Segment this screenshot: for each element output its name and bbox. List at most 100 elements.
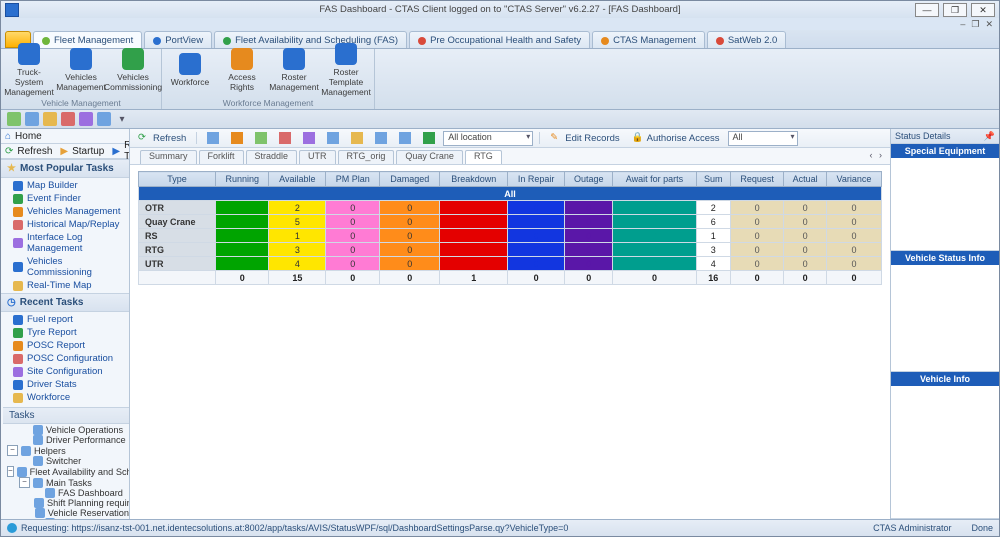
nav-item[interactable]: Driver Stats (1, 378, 129, 391)
grid-column-header[interactable]: Request (731, 172, 784, 187)
grid-column-header[interactable]: Sum (696, 172, 730, 187)
nav-item[interactable]: Map Builder (1, 179, 129, 192)
nav-item[interactable]: Interface Log Management (1, 231, 129, 255)
grid-column-header[interactable]: Available (269, 172, 326, 187)
nav-item[interactable]: Fuel report (1, 313, 129, 326)
qat-button[interactable] (97, 112, 111, 126)
grid-tab[interactable]: RTG_orig (338, 150, 395, 164)
minimize-button[interactable]: — (915, 3, 939, 17)
table-row[interactable]: Quay Crane050010006000 (139, 215, 882, 229)
nav-item[interactable]: Tyre Report (1, 326, 129, 339)
nav-home-link[interactable]: Home (15, 131, 42, 142)
tree-node[interactable]: Vehicle Reservation (3, 508, 129, 518)
grid-column-header[interactable]: Variance (826, 172, 881, 187)
refresh-button[interactable]: ⟳ Refresh (134, 131, 190, 145)
grid-tab[interactable]: RTG (465, 150, 502, 164)
toolbar-button[interactable] (251, 131, 271, 145)
close-button[interactable]: ✕ (971, 3, 995, 17)
nav-item[interactable]: Historical Map/Replay (1, 218, 129, 231)
module-tab[interactable]: Pre Occupational Health and Safety (409, 31, 590, 48)
nav-item[interactable]: POSC Configuration (1, 352, 129, 365)
grid-tab[interactable]: Forklift (199, 150, 244, 164)
toolbar-button[interactable] (323, 131, 343, 145)
grid-all-row[interactable]: All (139, 187, 882, 201)
tree-node[interactable]: −Helpers (3, 445, 129, 456)
grid-column-header[interactable]: Type (139, 172, 216, 187)
toolbar-button[interactable] (419, 131, 439, 145)
nav-startup-link[interactable]: Startup (72, 146, 104, 157)
mdi-restore-icon[interactable]: ❐ (971, 19, 979, 30)
tree-expander[interactable]: − (7, 466, 14, 477)
toolbar-button[interactable] (371, 131, 391, 145)
tree-expander[interactable]: − (7, 445, 18, 456)
filter-combo[interactable]: All (728, 131, 798, 146)
qat-button[interactable] (61, 112, 75, 126)
nav-item[interactable]: Event Finder (1, 192, 129, 205)
nav-item[interactable]: POSC Report (1, 339, 129, 352)
pin-icon[interactable]: 📌 (984, 131, 995, 142)
nav-section-recent[interactable]: ◷ Recent Tasks (1, 293, 129, 312)
qat-button[interactable] (7, 112, 21, 126)
ribbon-item[interactable]: Roster Management (272, 48, 316, 92)
toolbar-button[interactable] (395, 131, 415, 145)
nav-refresh-link[interactable]: Refresh (17, 146, 52, 157)
grid-tab[interactable]: Quay Crane (396, 150, 463, 164)
grid-column-header[interactable]: PM Plan (326, 172, 380, 187)
table-row[interactable]: UTR040000004000 (139, 257, 882, 271)
ribbon-item[interactable]: Vehicles Commissioning (111, 48, 155, 92)
maximize-button[interactable]: ❐ (943, 3, 967, 17)
toolbar-button[interactable] (347, 131, 367, 145)
grid-column-header[interactable]: Breakdown (440, 172, 508, 187)
tree-node[interactable]: Switcher (3, 456, 129, 466)
grid-column-header[interactable]: Damaged (380, 172, 440, 187)
edit-records-button[interactable]: ✎ Edit Records (546, 131, 623, 145)
ribbon-item[interactable]: Workforce (168, 53, 212, 87)
mdi-close-icon[interactable]: ✕ (985, 19, 993, 30)
location-combo[interactable]: All location (443, 131, 533, 146)
nav-item[interactable]: Site Configuration (1, 365, 129, 378)
tree-node[interactable]: −Main Tasks (3, 477, 129, 488)
qat-button[interactable] (43, 112, 57, 126)
qat-button[interactable] (25, 112, 39, 126)
nav-item[interactable]: Workforce (1, 391, 129, 404)
grid-column-header[interactable]: In Repair (508, 172, 565, 187)
module-tab[interactable]: CTAS Management (592, 31, 705, 48)
toolbar-button[interactable] (203, 131, 223, 145)
mdi-minimize-icon[interactable]: – (960, 19, 965, 29)
tree-node[interactable]: Shift Planning requirements (3, 498, 129, 508)
ribbon-item[interactable]: Vehicles Management (59, 48, 103, 92)
nav-item-icon (13, 220, 23, 230)
table-row[interactable]: RTG030000003000 (139, 243, 882, 257)
toolbar-button[interactable] (275, 131, 295, 145)
tree-node[interactable]: Vehicle Operations (3, 425, 129, 435)
grid-column-header[interactable]: Outage (565, 172, 613, 187)
nav-section-popular[interactable]: ★ Most Popular Tasks (1, 159, 129, 178)
module-icon (601, 37, 609, 45)
tree-node[interactable]: FAS Dashboard (3, 488, 129, 498)
table-row[interactable]: RS010000001000 (139, 229, 882, 243)
ribbon-item[interactable]: Roster Template Management (324, 43, 368, 97)
grid-column-header[interactable]: Running (216, 172, 269, 187)
tree-expander[interactable]: − (19, 477, 30, 488)
table-row[interactable]: OTR020000002000 (139, 201, 882, 215)
grid-column-header[interactable]: Actual (784, 172, 827, 187)
grid-tab[interactable]: Straddle (246, 150, 298, 164)
grid-column-header[interactable]: Await for parts (613, 172, 696, 187)
nav-item[interactable]: Vehicles Commissioning (1, 255, 129, 279)
grid-tab[interactable]: UTR (299, 150, 336, 164)
ribbon-item[interactable]: Truck-System Management (7, 43, 51, 97)
tree-node[interactable]: −Fleet Availability and Scheduling (FAS (3, 466, 129, 477)
nav-item[interactable]: Vehicles Management (1, 205, 129, 218)
panel-vehicle-info-body (891, 386, 999, 519)
tab-pager[interactable]: ‹ › (870, 150, 885, 160)
authorise-access-button[interactable]: 🔒 Authorise Access (628, 131, 724, 145)
tree-node[interactable]: Driver Performance (3, 435, 129, 445)
module-tab[interactable]: SatWeb 2.0 (707, 31, 786, 48)
toolbar-button[interactable] (299, 131, 319, 145)
nav-item[interactable]: Real-Time Map (1, 279, 129, 292)
qat-dropdown-icon[interactable]: ▾ (115, 112, 129, 126)
ribbon-item[interactable]: Access Rights (220, 48, 264, 92)
qat-button[interactable] (79, 112, 93, 126)
toolbar-button[interactable] (227, 131, 247, 145)
grid-tab[interactable]: Summary (140, 150, 197, 164)
